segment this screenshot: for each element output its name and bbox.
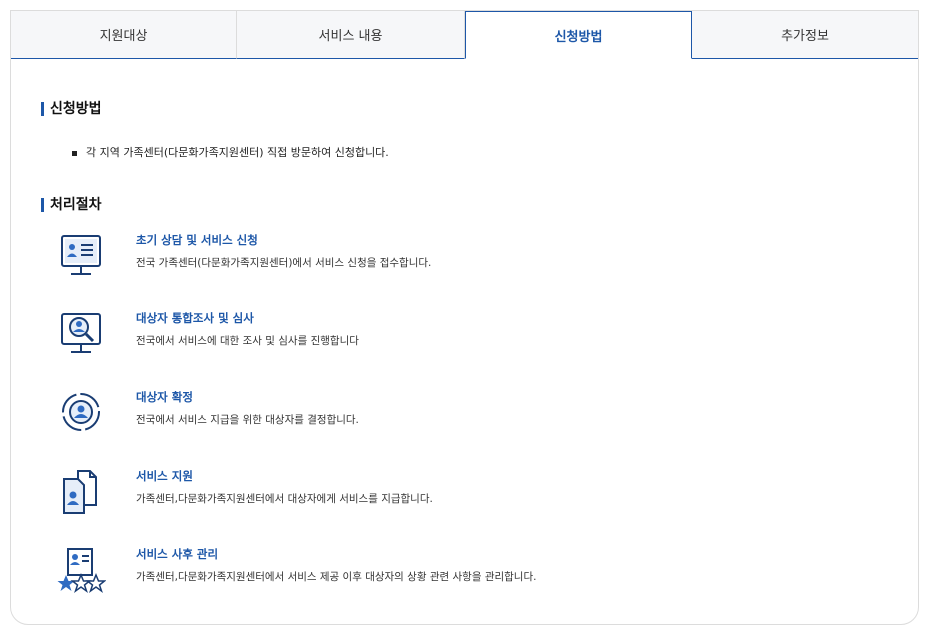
process-step: 초기 상담 및 서비스 신청 전국 가족센터(다문화가족지원센터)에서 서비스 … <box>56 233 876 283</box>
bullet-square-icon <box>72 151 77 156</box>
tab-eligibility[interactable]: 지원대상 <box>11 11 237 59</box>
consultation-monitor-icon <box>61 235 101 275</box>
step-description: 전국 가족센터(다문화가족지원센터)에서 서비스 신청을 접수합니다. <box>136 257 432 269</box>
application-method-bullet: 각 지역 가족센터(다문화가족지원센터) 직접 방문하여 신청합니다. <box>72 146 389 160</box>
step-title: 초기 상담 및 서비스 신청 <box>136 233 258 247</box>
step-description: 전국에서 서비스 지급을 위한 대상자를 결정합니다. <box>136 414 359 426</box>
step-title: 대상자 확정 <box>136 390 193 404</box>
step-title: 서비스 사후 관리 <box>136 547 219 561</box>
application-method-text: 각 지역 가족센터(다문화가족지원센터) 직접 방문하여 신청합니다. <box>86 146 389 159</box>
step-description: 전국에서 서비스에 대한 조사 및 심사를 진행합니다 <box>136 335 359 347</box>
tab-additional-info[interactable]: 추가정보 <box>692 11 918 59</box>
tab-service-content[interactable]: 서비스 내용 <box>237 11 465 59</box>
target-person-icon <box>62 393 100 431</box>
tab-application-method[interactable]: 신청방법 <box>465 11 692 59</box>
step-title: 대상자 통합조사 및 심사 <box>136 311 254 325</box>
process-step: 대상자 확정 전국에서 서비스 지급을 위한 대상자를 결정합니다. <box>56 390 876 440</box>
application-method-heading: 신청방법 <box>41 101 102 117</box>
process-step: 서비스 지원 가족센터,다문화가족지원센터에서 대상자에게 서비스를 지급합니다… <box>56 469 876 519</box>
profile-stars-icon <box>57 548 106 593</box>
info-panel: 지원대상 서비스 내용 신청방법 추가정보 신청방법 각 지역 가족센터(다문화… <box>10 10 919 625</box>
investigation-search-icon <box>61 313 101 353</box>
process-step: 서비스 사후 관리 가족센터,다문화가족지원센터에서 서비스 제공 이후 대상자… <box>56 547 876 597</box>
step-description: 가족센터,다문화가족지원센터에서 서비스 제공 이후 대상자의 상황 관련 사항… <box>136 571 537 583</box>
step-description: 가족센터,다문화가족지원센터에서 대상자에게 서비스를 지급합니다. <box>136 493 433 505</box>
step-title: 서비스 지원 <box>136 469 193 483</box>
tab-bar: 지원대상 서비스 내용 신청방법 추가정보 <box>11 11 918 59</box>
process-step: 대상자 통합조사 및 심사 전국에서 서비스에 대한 조사 및 심사를 진행합니… <box>56 311 876 361</box>
document-person-icon <box>63 470 97 514</box>
process-heading: 처리절차 <box>41 197 102 213</box>
